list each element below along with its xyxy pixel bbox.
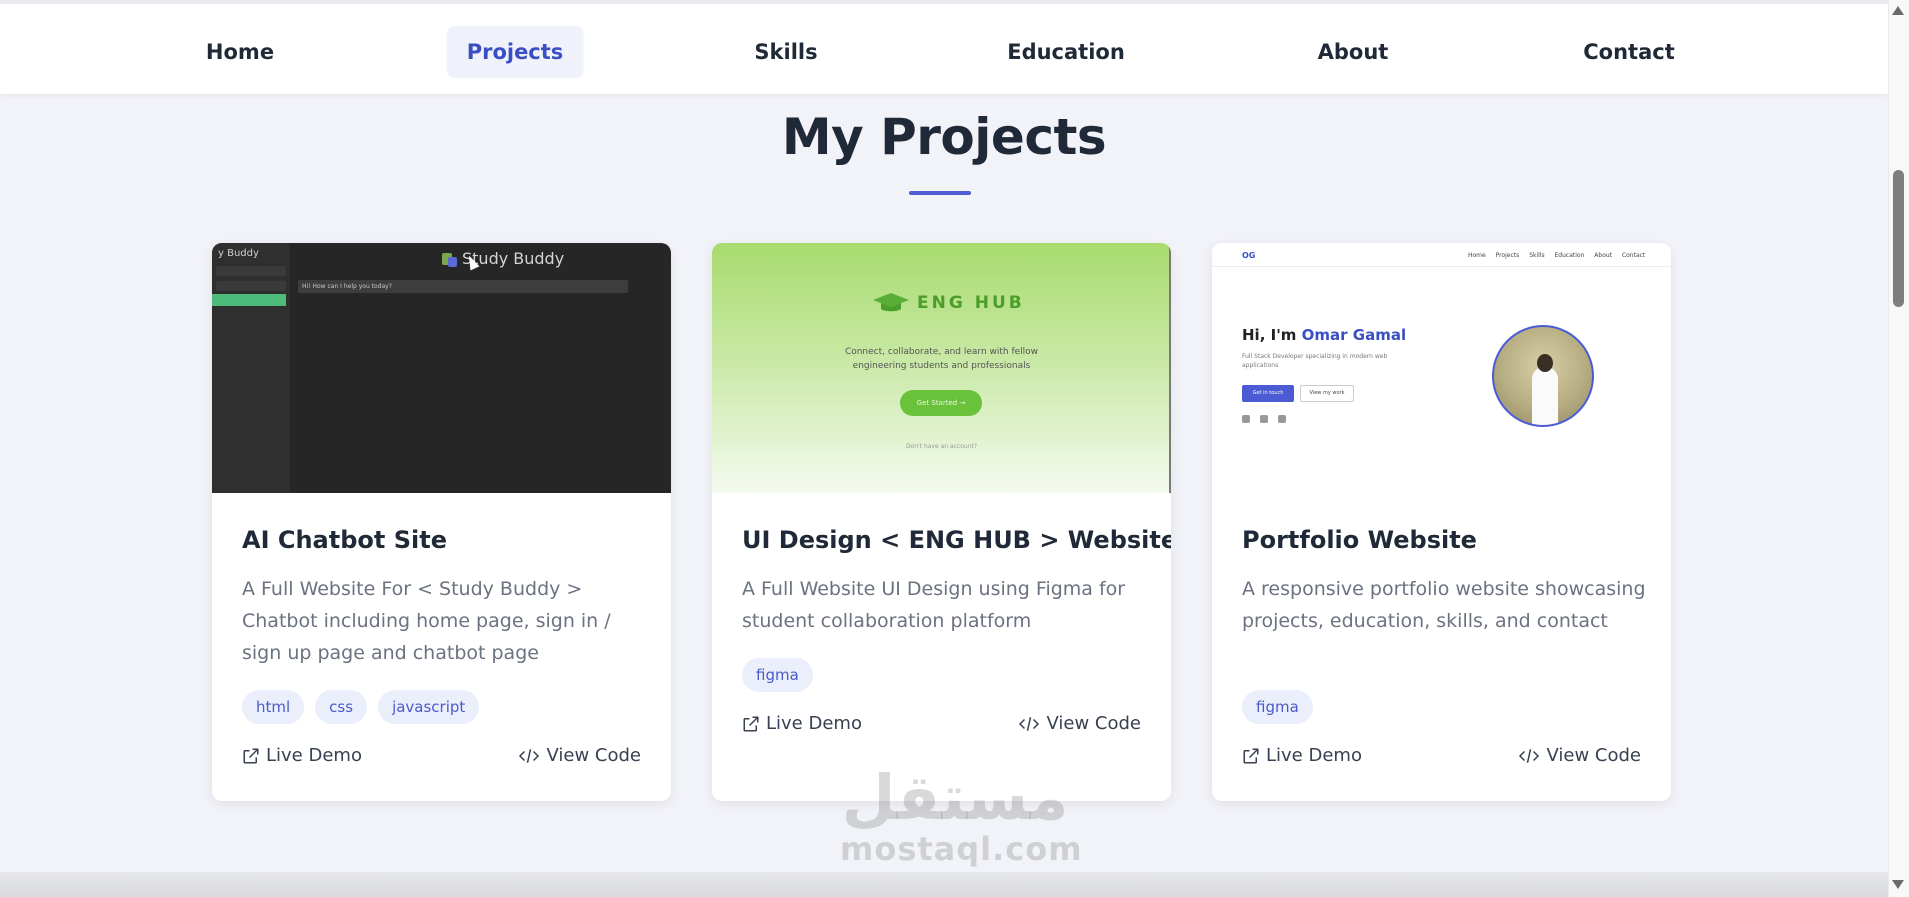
view-code-label: View Code — [546, 745, 641, 766]
project-tags: html css javascript — [242, 690, 480, 724]
external-link-icon — [1243, 748, 1259, 763]
live-demo-link[interactable]: Live Demo — [1242, 745, 1362, 766]
thumb-primary-button: Get in touch — [1242, 385, 1294, 402]
title-underline — [909, 191, 971, 195]
thumb-greeting-text: Hi, I'm — [1242, 326, 1302, 344]
thumb-name: Omar Gamal — [1301, 326, 1407, 344]
thumb-brand: ENG HUB — [917, 293, 1025, 313]
thumb-sidebar-row — [216, 266, 286, 276]
thumb-sidebar-active — [212, 294, 286, 306]
watermark-latin: mostaql.com — [840, 830, 1083, 868]
section-title: My Projects — [781, 108, 1107, 166]
scroll-thumb[interactable] — [1893, 170, 1904, 307]
graduation-cap-icon — [873, 293, 909, 312]
view-code-label: View Code — [1046, 713, 1141, 734]
avatar-head — [1537, 354, 1553, 372]
project-description: A Full Website For < Study Buddy > Chatb… — [242, 578, 611, 664]
linkedin-icon — [1260, 415, 1268, 423]
watermark: مستقل mostaql.com — [840, 761, 1083, 868]
tag-html: html — [242, 690, 305, 724]
page-scrollbar[interactable] — [1888, 0, 1909, 897]
external-link-icon — [243, 748, 259, 763]
thumb-divider — [1212, 266, 1671, 267]
live-demo-label: Live Demo — [1266, 745, 1362, 766]
view-code-label: View Code — [1546, 745, 1641, 766]
thumb-subtitle: Full Stack Developer specializing in mod… — [1242, 353, 1388, 369]
nav-projects[interactable]: Projects — [446, 26, 584, 78]
project-thumbnail: OG Home Projects Skills Education About … — [1212, 243, 1671, 493]
thumb-secondary-button: View my work — [1300, 385, 1354, 402]
project-title: Portfolio Website — [1242, 526, 1477, 554]
project-description: A Full Website UI Design using Figma for… — [742, 578, 1126, 632]
project-card-portfolio: OG Home Projects Skills Education About … — [1212, 243, 1671, 801]
project-thumbnail: y Buddy Study Buddy Hi! How can I help y… — [212, 243, 671, 493]
project-tags: figma — [1242, 690, 1313, 724]
view-code-link[interactable]: View Code — [1518, 745, 1641, 766]
project-thumbnail: ENG HUB Connect, collaborate, and learn … — [712, 243, 1171, 493]
scroll-up-arrow-icon[interactable] — [1892, 6, 1904, 15]
thumb-sidebar-brand: y Buddy — [218, 248, 259, 259]
thumb-cta-button: Get Started → — [900, 390, 982, 416]
code-icon — [1019, 716, 1040, 731]
project-title: AI Chatbot Site — [242, 526, 447, 554]
tag-css: css — [315, 690, 368, 724]
thumb-footnote: Don't have an account? — [905, 443, 978, 450]
thumb-tagline: Connect, collaborate, and learn with fel… — [712, 345, 1171, 373]
nav-contact[interactable]: Contact — [1563, 26, 1695, 78]
avatar — [1492, 325, 1594, 427]
thumb-sidebar: y Buddy — [212, 243, 290, 493]
tag-javascript: javascript — [378, 690, 480, 724]
thumb-nav: Home Projects Skills Education About Con… — [1468, 252, 1646, 259]
project-card-eng-hub: ENG HUB Connect, collaborate, and learn … — [712, 243, 1171, 801]
avatar-body — [1532, 367, 1558, 425]
nav-education[interactable]: Education — [987, 26, 1145, 78]
thumb-greeting: Hi, I'm Omar Gamal — [1242, 326, 1406, 344]
scroll-down-arrow-icon[interactable] — [1892, 880, 1904, 889]
thumb-logo-icon — [448, 257, 457, 267]
github-icon — [1242, 415, 1250, 423]
nav-home[interactable]: Home — [186, 26, 294, 78]
code-icon — [1519, 748, 1540, 763]
thumb-tagline-line: Connect, collaborate, and learn with fel… — [844, 347, 1039, 357]
live-demo-link[interactable]: Live Demo — [742, 713, 862, 734]
thumb-tagline-line: engineering students and professionals — [852, 361, 1031, 371]
watermark-arabic: مستقل — [841, 761, 1069, 834]
thumb-logo: OG — [1242, 251, 1256, 260]
nav-about[interactable]: About — [1298, 26, 1409, 78]
bottom-edge — [0, 872, 1888, 897]
live-demo-label: Live Demo — [766, 713, 862, 734]
project-card-ai-chatbot: y Buddy Study Buddy Hi! How can I help y… — [212, 243, 671, 801]
email-icon — [1278, 415, 1286, 423]
project-description: A responsive portfolio website showcasin… — [1242, 578, 1646, 632]
nav-skills[interactable]: Skills — [734, 26, 837, 78]
thumb-chat-input: Hi! How can I help you today? — [298, 280, 628, 293]
project-tags: figma — [742, 658, 813, 692]
view-code-link[interactable]: View Code — [1018, 713, 1141, 734]
tag-figma: figma — [742, 658, 813, 692]
top-navbar: Home Projects Skills Education About Con… — [0, 0, 1888, 94]
view-code-link[interactable]: View Code — [518, 745, 641, 766]
tag-figma: figma — [1242, 690, 1313, 724]
project-title: UI Design < ENG HUB > Website — [742, 526, 1171, 554]
live-demo-link[interactable]: Live Demo — [242, 745, 362, 766]
live-demo-label: Live Demo — [266, 745, 362, 766]
thumb-sidebar-row — [216, 281, 286, 291]
thumb-edge — [1169, 243, 1171, 493]
code-icon — [519, 748, 540, 763]
external-link-icon — [743, 716, 759, 731]
